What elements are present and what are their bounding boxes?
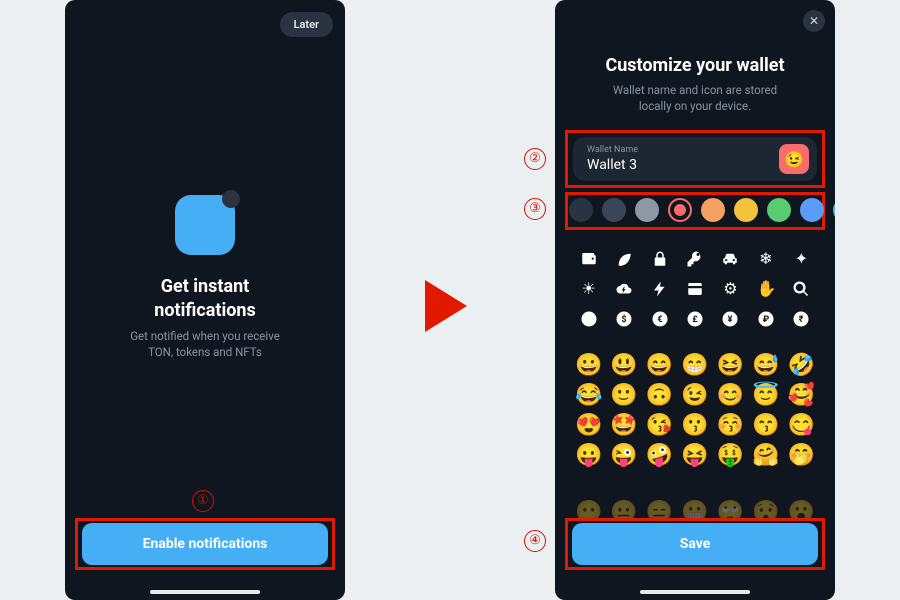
wallet-icon[interactable]	[580, 250, 598, 268]
dollar-icon[interactable]: $	[615, 310, 633, 328]
emoji-option[interactable]: 😜	[610, 443, 637, 468]
color-swatch-selected[interactable]	[668, 198, 692, 222]
emoji-option[interactable]: 🙄	[717, 500, 744, 518]
emoji-option[interactable]: 😅	[752, 353, 779, 378]
home-indicator[interactable]	[640, 590, 750, 594]
emoji-option[interactable]: 😮	[788, 500, 815, 518]
svg-text:₽: ₽	[763, 315, 770, 325]
customize-title: Customize your wallet	[555, 55, 835, 76]
emoji-option[interactable]: 😆	[717, 353, 744, 378]
emoji-option[interactable]: 🥰	[788, 383, 815, 408]
marker-4: ④	[524, 530, 546, 552]
emoji-option[interactable]: 😬	[681, 500, 708, 518]
emoji-option[interactable]: 😐	[610, 500, 637, 518]
svg-text:₹: ₹	[799, 315, 804, 325]
emoji-option[interactable]: 😗	[681, 413, 708, 438]
wallet-name-field[interactable]: Wallet Name Wallet 3 😉	[573, 137, 817, 181]
play-arrow-icon	[425, 280, 467, 332]
emoji-option[interactable]: 🤗	[752, 443, 779, 468]
emoji-picker-fade: 😶 😐 😑 😬 🙄 😯 😮	[571, 500, 819, 518]
gear-icon[interactable]: ⚙	[721, 280, 739, 298]
snowflake-icon[interactable]: ❄	[757, 250, 775, 268]
emoji-option[interactable]: 😚	[717, 413, 744, 438]
icon-picker: ❄ ✦ ☀ ⚙ ✋ $ € £ ¥ ₽ ₹	[571, 250, 819, 328]
emoji-option[interactable]: 😂	[575, 383, 602, 408]
customize-subtitle: Wallet name and icon are storedlocally o…	[595, 82, 795, 114]
power-icon[interactable]	[580, 310, 598, 328]
svg-text:$: $	[622, 314, 627, 325]
emoji-option[interactable]: 😘	[646, 413, 673, 438]
emoji-option[interactable]: 😙	[752, 413, 779, 438]
yen-icon[interactable]: ¥	[721, 310, 739, 328]
rupee-icon[interactable]: ₹	[792, 310, 810, 328]
emoji-option[interactable]: 😁	[681, 353, 708, 378]
emoji-option[interactable]: 😋	[788, 413, 815, 438]
emoji-option[interactable]: 😀	[575, 353, 602, 378]
notif-subtitle: Get notified when you receiveTON, tokens…	[95, 328, 315, 360]
color-swatch[interactable]	[800, 198, 824, 222]
emoji-option[interactable]: 🤣	[788, 353, 815, 378]
emoji-option[interactable]: 😛	[575, 443, 602, 468]
color-swatch[interactable]	[734, 198, 758, 222]
lock-icon[interactable]	[651, 250, 669, 268]
svg-text:€: €	[657, 315, 662, 325]
emoji-option[interactable]: 🙃	[646, 383, 673, 408]
close-button[interactable]: ✕	[803, 10, 825, 32]
hand-icon[interactable]: ✋	[757, 280, 775, 298]
emoji-option[interactable]: 😍	[575, 413, 602, 438]
emoji-option[interactable]: 😯	[752, 500, 779, 518]
color-swatch[interactable]	[635, 198, 659, 222]
home-indicator[interactable]	[150, 590, 260, 594]
svg-text:¥: ¥	[728, 315, 733, 325]
ruble-icon[interactable]: ₽	[757, 310, 775, 328]
svg-text:£: £	[692, 315, 698, 325]
color-picker	[569, 198, 835, 222]
wallet-name-value: Wallet 3	[587, 156, 779, 174]
emoji-option[interactable]: 😃	[610, 353, 637, 378]
credit-card-icon[interactable]	[686, 280, 704, 298]
emoji-option[interactable]: 🤪	[646, 443, 673, 468]
phone-customize: ✕ Customize your wallet Wallet name and …	[555, 0, 835, 600]
wallet-emoji-button[interactable]: 😉	[779, 144, 809, 174]
emoji-option[interactable]: 😑	[646, 500, 673, 518]
key-icon[interactable]	[686, 250, 704, 268]
marker-2: ②	[524, 148, 546, 170]
wallet-name-label: Wallet Name	[587, 145, 779, 156]
search-icon[interactable]	[792, 280, 810, 298]
pound-icon[interactable]: £	[686, 310, 704, 328]
cloud-bolt-icon[interactable]	[615, 280, 633, 298]
color-swatch[interactable]	[767, 198, 791, 222]
emoji-option[interactable]: 😊	[717, 383, 744, 408]
emoji-option[interactable]: 😶	[575, 500, 602, 518]
sparkle-icon[interactable]: ✦	[792, 250, 810, 268]
color-swatch[interactable]	[569, 198, 593, 222]
later-button[interactable]: Later	[280, 12, 333, 37]
car-icon[interactable]	[721, 250, 739, 268]
emoji-option[interactable]: 😄	[646, 353, 673, 378]
marker-1: ①	[192, 490, 214, 512]
notif-title: Get instantnotifications	[65, 275, 345, 323]
save-button[interactable]: Save	[572, 523, 818, 565]
color-swatch[interactable]	[701, 198, 725, 222]
color-swatch[interactable]	[602, 198, 626, 222]
euro-icon[interactable]: €	[651, 310, 669, 328]
marker-3: ③	[524, 198, 546, 220]
bolt-icon[interactable]	[651, 280, 669, 298]
leaf-icon[interactable]	[615, 250, 633, 268]
emoji-picker: 😀 😃 😄 😁 😆 😅 🤣 😂 🙂 🙃 😉 😊 😇 🥰 😍 🤩 😘 😗 😚 😙 😋 😛 😜 🤪 😝 🤑 🤗 🤭	[571, 353, 819, 468]
emoji-option[interactable]: 🤑	[717, 443, 744, 468]
emoji-option[interactable]: 😉	[681, 383, 708, 408]
emoji-option[interactable]: 🤩	[610, 413, 637, 438]
emoji-option[interactable]: 😝	[681, 443, 708, 468]
emoji-option[interactable]: 🤭	[788, 443, 815, 468]
color-swatch[interactable]	[833, 198, 835, 222]
emoji-option[interactable]: 🙂	[610, 383, 637, 408]
enable-notifications-button[interactable]: Enable notifications	[82, 523, 328, 565]
sun-icon[interactable]: ☀	[580, 280, 598, 298]
app-icon	[175, 195, 235, 255]
emoji-option[interactable]: 😇	[752, 383, 779, 408]
